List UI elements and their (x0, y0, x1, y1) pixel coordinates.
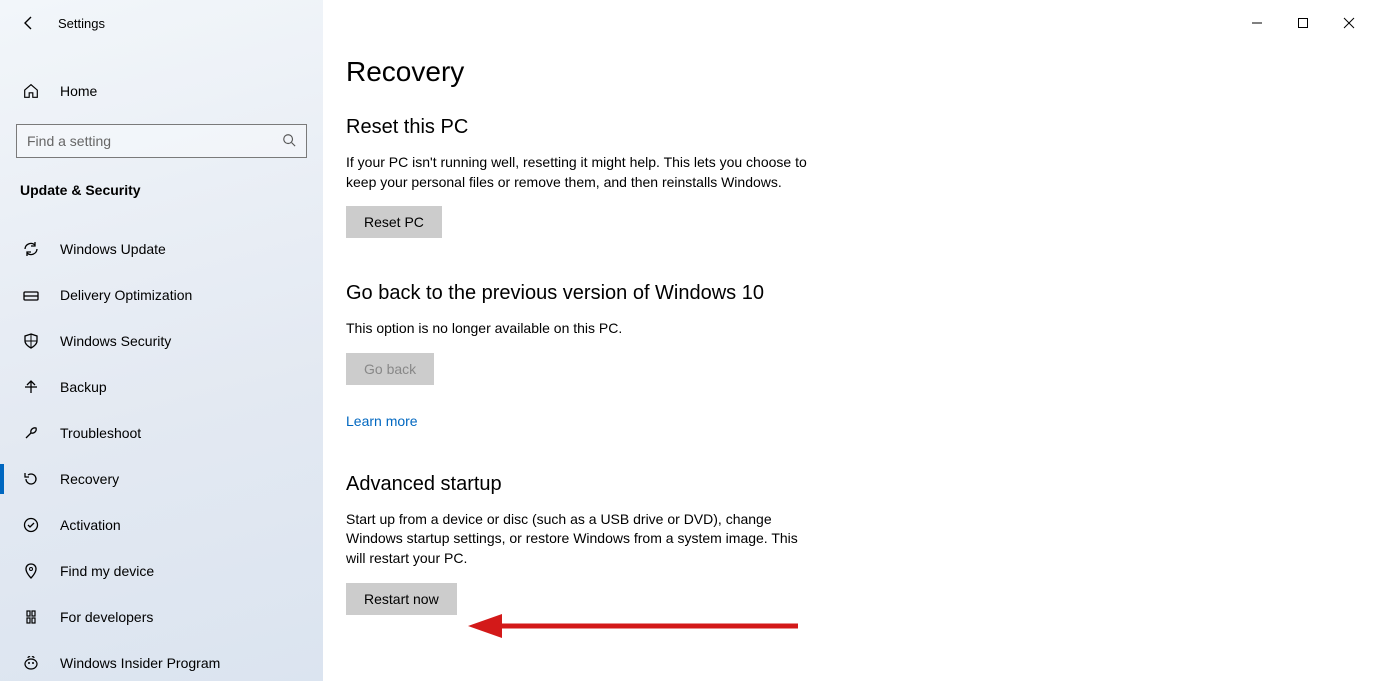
sidebar-item-find-my-device[interactable]: Find my device (0, 548, 323, 594)
sidebar-item-delivery-optimization[interactable]: Delivery Optimization (0, 272, 323, 318)
search-icon (282, 133, 296, 150)
section-heading: Go back to the previous version of Windo… (346, 282, 816, 305)
sidebar-item-backup[interactable]: Backup (0, 364, 323, 410)
sync-icon (22, 240, 40, 258)
sidebar-item-label: Windows Insider Program (60, 655, 220, 671)
sidebar-item-label: Windows Security (60, 333, 171, 349)
search-input[interactable] (27, 133, 282, 149)
section-go-back: Go back to the previous version of Windo… (346, 282, 816, 429)
go-back-button: Go back (346, 353, 434, 385)
sidebar-item-windows-security[interactable]: Windows Security (0, 318, 323, 364)
sidebar-item-label: Backup (60, 379, 107, 395)
sidebar-item-label: Find my device (60, 563, 154, 579)
section-body: Start up from a device or disc (such as … (346, 510, 816, 569)
sidebar-item-label: For developers (60, 609, 153, 625)
developers-icon (22, 608, 40, 626)
section-advanced-startup: Advanced startup Start up from a device … (346, 473, 816, 615)
sidebar-item-troubleshoot[interactable]: Troubleshoot (0, 410, 323, 456)
shield-icon (22, 332, 40, 350)
sidebar-category: Update & Security (0, 158, 323, 206)
check-circle-icon (22, 516, 40, 534)
back-button[interactable] (20, 14, 38, 32)
home-icon (22, 82, 40, 100)
learn-more-link[interactable]: Learn more (346, 413, 418, 429)
sidebar-item-for-developers[interactable]: For developers (0, 594, 323, 640)
sidebar: Settings Home Update & Security Windows … (0, 0, 323, 681)
restart-now-button[interactable]: Restart now (346, 583, 457, 615)
sidebar-item-label: Recovery (60, 471, 119, 487)
sidebar-item-label: Activation (60, 517, 121, 533)
delivery-icon (22, 286, 40, 304)
sidebar-item-label: Windows Update (60, 241, 166, 257)
section-heading: Reset this PC (346, 116, 816, 139)
section-body: If your PC isn't running well, resetting… (346, 153, 816, 192)
window-title: Settings (58, 16, 105, 31)
section-body: This option is no longer available on th… (346, 319, 816, 339)
sidebar-item-label: Troubleshoot (60, 425, 141, 441)
sidebar-home[interactable]: Home (0, 70, 323, 112)
page-title: Recovery (346, 56, 1378, 88)
sidebar-item-windows-insider[interactable]: Windows Insider Program (0, 640, 323, 686)
sidebar-item-recovery[interactable]: Recovery (0, 456, 323, 502)
arrow-left-icon (21, 15, 37, 31)
backup-icon (22, 378, 40, 396)
wrench-icon (22, 424, 40, 442)
sidebar-item-label: Delivery Optimization (60, 287, 192, 303)
section-reset-pc: Reset this PC If your PC isn't running w… (346, 116, 816, 238)
search-box[interactable] (16, 124, 307, 158)
location-icon (22, 562, 40, 580)
insider-icon (22, 654, 40, 672)
reset-pc-button[interactable]: Reset PC (346, 206, 442, 238)
section-heading: Advanced startup (346, 473, 816, 496)
sidebar-item-activation[interactable]: Activation (0, 502, 323, 548)
sidebar-home-label: Home (60, 83, 97, 99)
recovery-icon (22, 470, 40, 488)
main-content: Recovery Reset this PC If your PC isn't … (346, 0, 1378, 681)
sidebar-item-windows-update[interactable]: Windows Update (0, 226, 323, 272)
